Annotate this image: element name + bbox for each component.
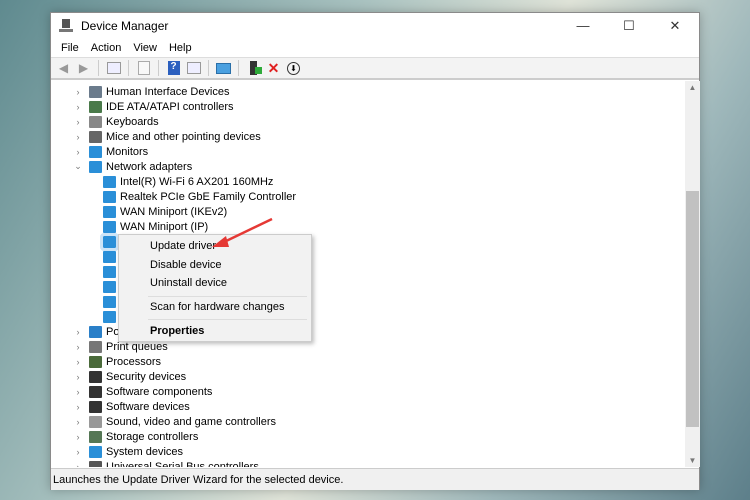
annotation-arrow xyxy=(212,217,273,247)
